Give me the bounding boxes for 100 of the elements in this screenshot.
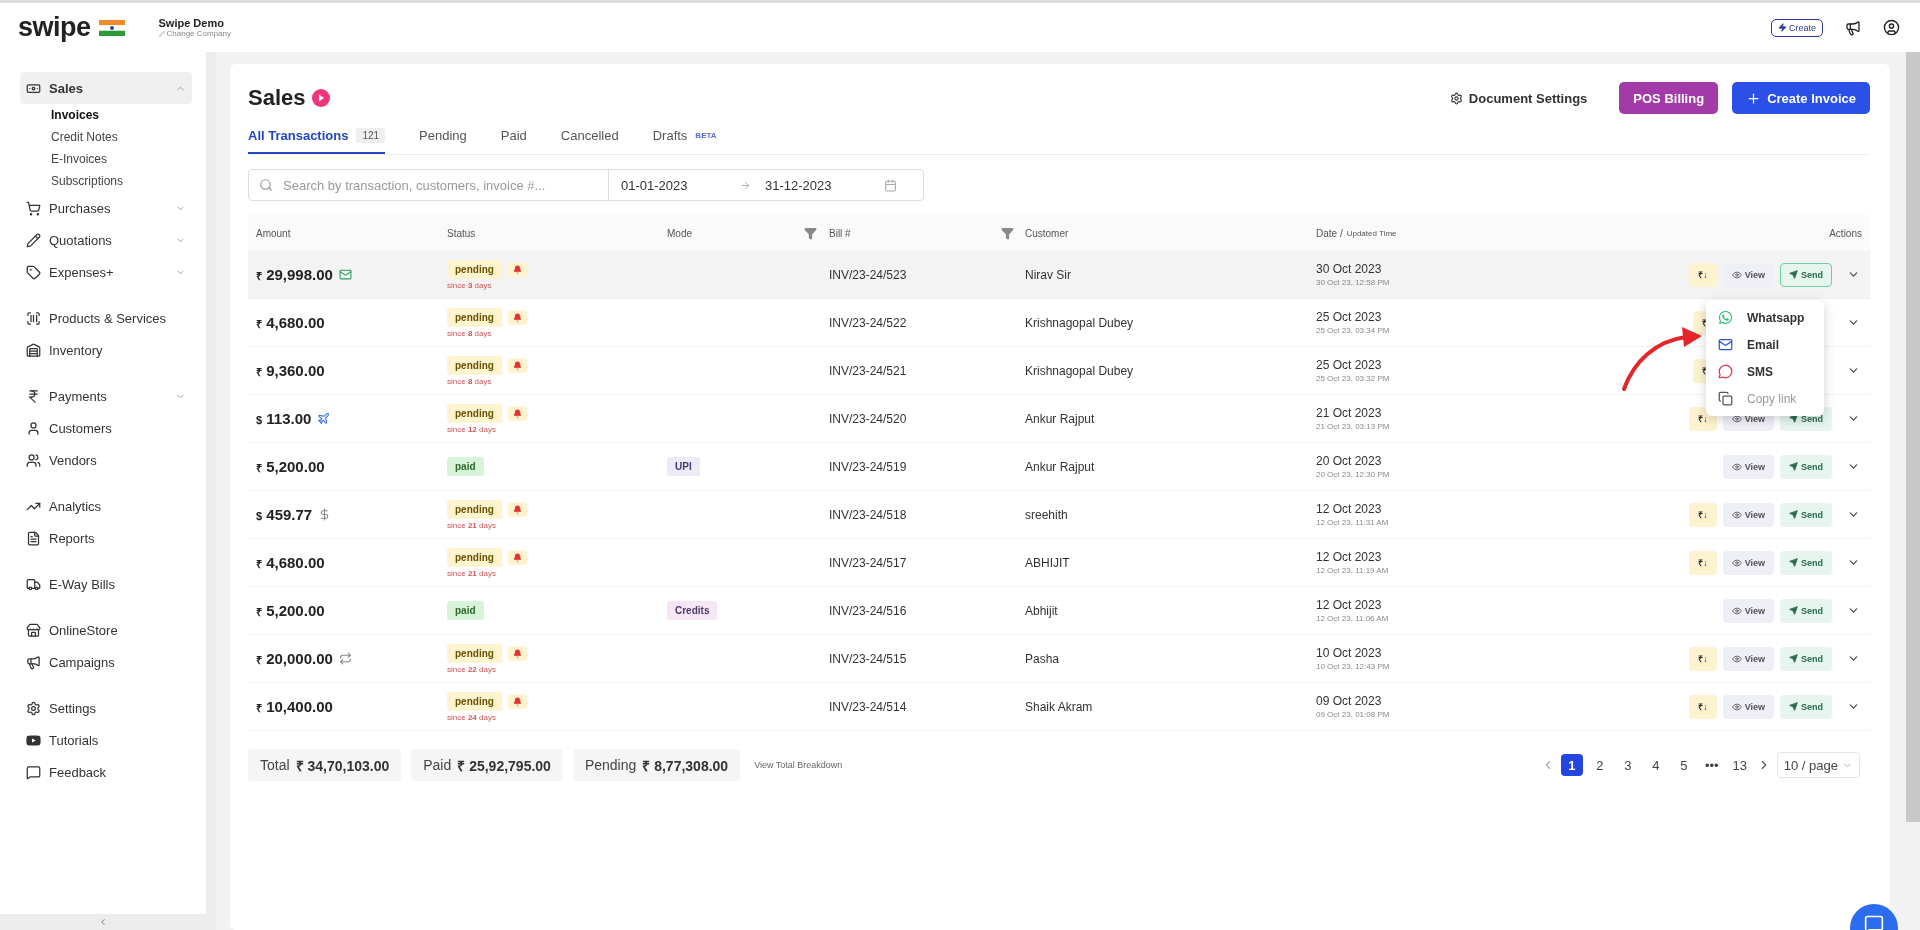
scrollbar[interactable] bbox=[1906, 52, 1920, 822]
sidebar-item[interactable]: Tutorials bbox=[20, 724, 192, 756]
collect-payment-button[interactable]: ₹↓ bbox=[1689, 262, 1717, 287]
bill-number: INV/23-24/517 bbox=[829, 555, 908, 570]
page-button[interactable]: 5 bbox=[1672, 754, 1695, 776]
page-button[interactable]: 3 bbox=[1616, 754, 1639, 776]
customer-name: Krishnagopal Dubey bbox=[1025, 315, 1135, 330]
create-invoice-button[interactable]: Create Invoice bbox=[1732, 82, 1870, 114]
view-button[interactable]: View bbox=[1722, 550, 1774, 575]
sidebar-item[interactable]: Customers bbox=[20, 412, 192, 444]
tab[interactable]: Pending bbox=[419, 120, 467, 154]
send-icon bbox=[1789, 558, 1798, 567]
status-tag: pending bbox=[447, 691, 502, 711]
play-icon[interactable] bbox=[311, 89, 330, 107]
sidebar-item[interactable]: Reports bbox=[20, 522, 192, 554]
amount: ₹ 20,000.00 bbox=[256, 650, 333, 667]
customer-name: Ankur Rajput bbox=[1025, 459, 1096, 474]
send-button[interactable]: Send bbox=[1780, 502, 1832, 527]
bell-icon[interactable] bbox=[507, 501, 527, 517]
create-button[interactable]: Create bbox=[1771, 18, 1823, 37]
total-summary: Paid ₹ 25,92,795.00 bbox=[411, 749, 563, 781]
user-icon[interactable] bbox=[1883, 19, 1900, 36]
sidebar-subitem[interactable]: Invoices bbox=[20, 104, 192, 126]
collect-payment-button[interactable]: ₹↓ bbox=[1689, 502, 1717, 527]
view-button[interactable]: View bbox=[1722, 262, 1774, 287]
tab[interactable]: Drafts BETA bbox=[652, 120, 717, 154]
collect-payment-button[interactable]: ₹↓ bbox=[1689, 694, 1717, 719]
bell-icon[interactable] bbox=[507, 693, 527, 709]
send-button[interactable]: Send bbox=[1780, 454, 1832, 479]
bell-icon[interactable] bbox=[507, 309, 527, 325]
sidebar-item[interactable]: Vendors bbox=[20, 444, 192, 476]
status-tag: pending bbox=[447, 307, 502, 327]
sidebar-item[interactable]: Payments bbox=[20, 380, 192, 412]
sidebar-item[interactable]: Campaigns bbox=[20, 646, 192, 678]
page-button[interactable]: ••• bbox=[1700, 754, 1723, 776]
chat-icon bbox=[26, 764, 41, 780]
sidebar-subitem[interactable]: Subscriptions bbox=[20, 170, 192, 192]
view-button[interactable]: View bbox=[1722, 454, 1774, 479]
page-size-select[interactable]: 10 / page bbox=[1776, 752, 1860, 778]
view-breakdown-link[interactable]: View Total Breakdown bbox=[754, 760, 843, 770]
bill-number: INV/23-24/514 bbox=[829, 699, 908, 714]
tab[interactable]: Paid bbox=[500, 120, 527, 154]
status-tag: paid bbox=[447, 457, 484, 476]
sidebar-subitem[interactable]: E-Invoices bbox=[20, 148, 192, 170]
collect-payment-button[interactable]: ₹↓ bbox=[1689, 646, 1717, 671]
truck-icon bbox=[26, 576, 41, 592]
filter-icon[interactable] bbox=[1001, 226, 1014, 240]
plane-icon bbox=[317, 412, 331, 425]
updated-time: 21 Oct 23, 03:13 PM bbox=[1316, 422, 1391, 431]
sidebar-item[interactable]: Inventory bbox=[20, 334, 192, 366]
bell-icon[interactable] bbox=[507, 645, 527, 661]
sidebar-item[interactable]: Expenses+ bbox=[20, 256, 192, 288]
page-button[interactable]: 2 bbox=[1588, 754, 1611, 776]
eye-icon bbox=[1731, 509, 1742, 520]
megaphone-icon[interactable] bbox=[1845, 19, 1861, 36]
pen-icon bbox=[158, 30, 165, 37]
send-button[interactable]: Send bbox=[1780, 262, 1832, 287]
customer-name: Nirav Sir bbox=[1025, 267, 1072, 282]
bell-icon[interactable] bbox=[507, 549, 527, 565]
pos-billing-button[interactable]: POS Billing bbox=[1619, 82, 1719, 114]
page-button[interactable]: 13 bbox=[1728, 754, 1751, 776]
tab[interactable]: All Transactions 121 bbox=[248, 120, 386, 154]
settings-icon bbox=[1449, 91, 1463, 105]
view-button[interactable]: View bbox=[1722, 502, 1774, 527]
document-settings-button[interactable]: Document Settings bbox=[1443, 89, 1594, 107]
sidebar-item[interactable]: Feedback bbox=[20, 756, 192, 788]
menu-item[interactable]: Whatsapp bbox=[1706, 304, 1824, 331]
bell-icon[interactable] bbox=[507, 357, 527, 373]
updated-time: 30 Oct 23, 12:58 PM bbox=[1316, 278, 1391, 287]
view-button[interactable]: View bbox=[1722, 646, 1774, 671]
page-button[interactable]: 1 bbox=[1560, 754, 1583, 776]
filter-icon[interactable] bbox=[804, 226, 817, 240]
sidebar-item[interactable]: OnlineStore bbox=[20, 614, 192, 646]
bell-icon[interactable] bbox=[507, 405, 527, 421]
collect-payment-button[interactable]: ₹↓ bbox=[1689, 550, 1717, 575]
date-range-field[interactable]: 01-01-2023 31-12-2023 bbox=[609, 177, 923, 193]
send-button[interactable]: Send bbox=[1780, 550, 1832, 575]
tab[interactable]: Cancelled bbox=[560, 120, 619, 154]
send-button[interactable]: Send bbox=[1780, 646, 1832, 671]
change-company-link[interactable]: Change Company bbox=[158, 29, 231, 38]
table-row[interactable]: ₹ 29,998.00 pending since 3 days INV/23-24/523 Nirav Sir 30 Oct 2023 30 Oct 23, 12:58 PM ₹↓ View Send bbox=[248, 251, 1870, 299]
sidebar-item[interactable]: Analytics bbox=[20, 490, 192, 522]
updated-time: 10 Oct 23, 12:43 PM bbox=[1316, 662, 1391, 671]
sidebar-item[interactable]: Purchases bbox=[20, 192, 192, 224]
view-button[interactable]: View bbox=[1722, 694, 1774, 719]
column-header: Status bbox=[447, 227, 477, 239]
sidebar-item[interactable]: Sales bbox=[20, 72, 192, 104]
bell-icon[interactable] bbox=[507, 261, 527, 277]
sidebar-item[interactable]: Settings bbox=[20, 692, 192, 724]
sidebar-subitem[interactable]: Credit Notes bbox=[20, 126, 192, 148]
sidebar-item[interactable]: E-Way Bills bbox=[20, 568, 192, 600]
view-button[interactable]: View bbox=[1722, 598, 1774, 623]
pending-since: since 21 days bbox=[447, 568, 497, 578]
sidebar-item[interactable]: Quotations bbox=[20, 224, 192, 256]
menu-item[interactable]: SMS bbox=[1706, 358, 1824, 385]
send-button[interactable]: Send bbox=[1780, 598, 1832, 623]
page-button[interactable]: 4 bbox=[1644, 754, 1667, 776]
sidebar-item[interactable]: Products & Services bbox=[20, 302, 192, 334]
send-button[interactable]: Send bbox=[1780, 694, 1832, 719]
chevron-left-icon bbox=[98, 917, 108, 927]
